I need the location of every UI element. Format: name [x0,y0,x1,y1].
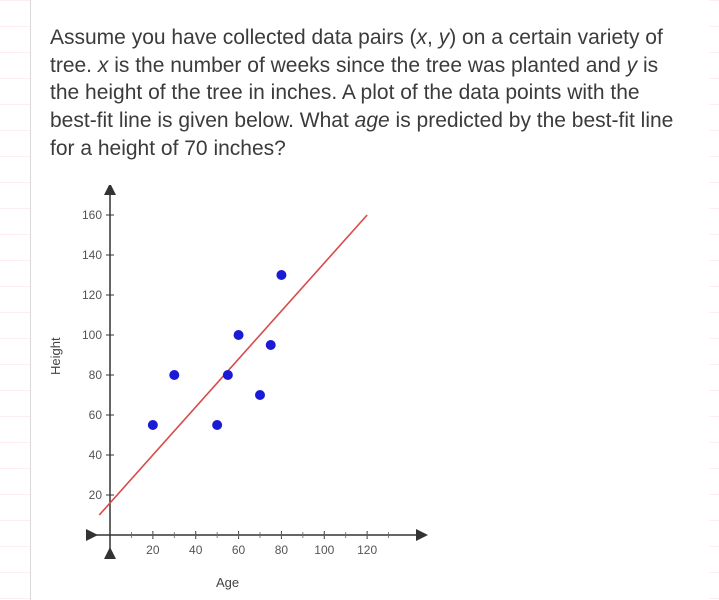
y-tick-label: 80 [78,368,102,382]
scatter-chart: Height Age 20 40 60 80 100 120 20 40 60 80 100 120 1… [50,185,450,595]
content-area: Assume you have collected data pairs (x,… [50,24,689,595]
x-tick-label: 120 [355,543,379,557]
left-margin-rule [0,0,30,600]
y-tick-label: 40 [78,448,102,462]
left-divider [30,0,31,600]
x-tick-label: 80 [269,543,293,557]
x-axis-label: Age [216,575,239,590]
y-tick-label: 100 [78,328,102,342]
y-axis-label: Height [48,337,63,375]
y-tick-label: 60 [78,408,102,422]
y-tick-label: 160 [78,208,102,222]
x-tick-label: 20 [141,543,165,557]
x-tick-label: 60 [227,543,251,557]
x-tick-label: 40 [184,543,208,557]
question-text: Assume you have collected data pairs (x,… [50,24,689,163]
x-tick-label: 100 [312,543,336,557]
chart-svg [50,185,450,595]
y-tick-label: 120 [78,288,102,302]
y-tick-label: 20 [78,488,102,502]
right-margin-rule [709,0,719,600]
y-tick-label: 140 [78,248,102,262]
